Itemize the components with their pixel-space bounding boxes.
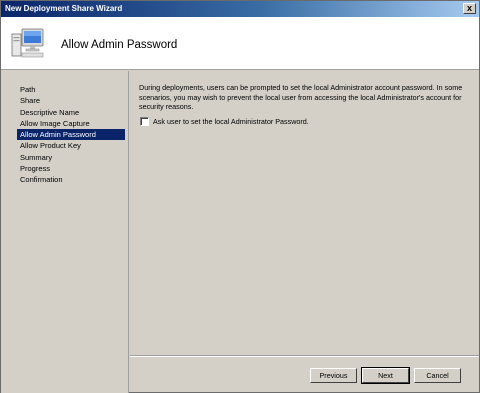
step-allow-admin-password: Allow Admin Password xyxy=(17,129,125,141)
checkbox-label[interactable]: Ask user to set the local Administrator … xyxy=(153,117,309,126)
description-text: During deployments, users can be prompte… xyxy=(139,83,463,111)
admin-password-option[interactable]: Ask user to set the local Administrator … xyxy=(140,116,309,126)
cancel-button[interactable]: Cancel xyxy=(414,368,461,383)
ask-admin-password-checkbox[interactable] xyxy=(140,116,149,126)
title-bar[interactable]: New Deployment Share Wizard x xyxy=(1,1,479,17)
step-allow-product-key: Allow Product Key xyxy=(20,141,81,151)
step-path: Path xyxy=(20,85,36,94)
wizard-window: New Deployment Share Wizard x Allow Admi… xyxy=(0,0,480,393)
step-progress: Progress xyxy=(20,164,51,174)
page-title: Allow Admin Password xyxy=(61,39,178,51)
wizard-content: During deployments, users can be prompte… xyxy=(130,71,479,355)
step-share: Share xyxy=(20,96,41,106)
wizard-steps-sidebar: Path Share Descriptive Name Allow Image … xyxy=(1,71,129,393)
computer-icon xyxy=(11,28,44,58)
previous-button[interactable]: Previous xyxy=(310,368,357,383)
step-descriptive-name: Descriptive Name xyxy=(20,107,80,117)
window-title: New Deployment Share Wizard xyxy=(5,4,123,13)
close-button[interactable]: x xyxy=(463,3,476,14)
step-allow-image-capture: Allow Image Capture xyxy=(20,118,90,128)
next-button[interactable]: Next xyxy=(361,367,410,384)
wizard-header: Allow Admin Password xyxy=(1,17,479,70)
step-confirmation: Confirmation xyxy=(20,175,63,185)
wizard-footer: Previous Next Cancel xyxy=(130,355,479,393)
step-summary: Summary xyxy=(20,152,53,162)
